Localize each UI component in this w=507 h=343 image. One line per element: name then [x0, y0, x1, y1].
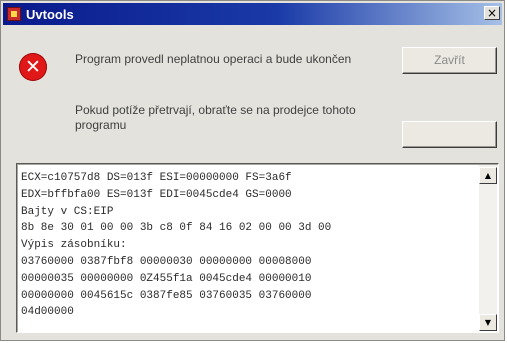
details-line: 00000000 0045615c 0387fe85 03760035 0376… [21, 289, 312, 302]
details-line: EDX=bffbfa00 ES=013f EDI=0045cde4 GS=000… [21, 188, 292, 201]
scroll-down-icon[interactable]: ▼ [479, 314, 497, 331]
details-line: 00000035 00000000 0Z455f1a 0045cde4 0000… [21, 272, 312, 285]
error-message: Program provedl neplatnou operaci a bude… [75, 52, 352, 66]
close-button[interactable]: Zavřít [402, 47, 497, 74]
error-icon: ✕ [19, 53, 47, 81]
window-title: Uvtools [26, 6, 74, 22]
details-textbox[interactable]: ECX=c10757d8 DS=013f ESI=00000000 FS=3a6… [16, 163, 499, 333]
details-line: 04d00000 [21, 306, 74, 319]
title-bar[interactable]: Uvtools × [3, 3, 502, 25]
details-text: ECX=c10757d8 DS=013f ESI=00000000 FS=3a6… [21, 170, 474, 321]
support-message: Pokud potíže přetrvají, obraťte se na pr… [75, 103, 356, 132]
scroll-up-icon[interactable]: ▲ [479, 167, 497, 184]
error-dialog: Uvtools × ✕ Program provedl neplatnou op… [0, 0, 505, 341]
close-icon[interactable]: × [484, 6, 500, 20]
app-icon [7, 7, 21, 21]
details-line: 8b 8e 30 01 00 00 3b c8 0f 84 16 02 00 0… [21, 222, 332, 235]
details-line: Výpis zásobníku: [21, 239, 127, 252]
details-button[interactable] [402, 121, 497, 148]
details-line: ECX=c10757d8 DS=013f ESI=00000000 FS=3a6… [21, 172, 292, 184]
details-line: 03760000 0387fbf8 00000030 00000000 0000… [21, 255, 312, 268]
vertical-scrollbar[interactable]: ▲ ▼ [479, 165, 497, 331]
details-line: Bajty v CS:EIP [21, 205, 114, 218]
